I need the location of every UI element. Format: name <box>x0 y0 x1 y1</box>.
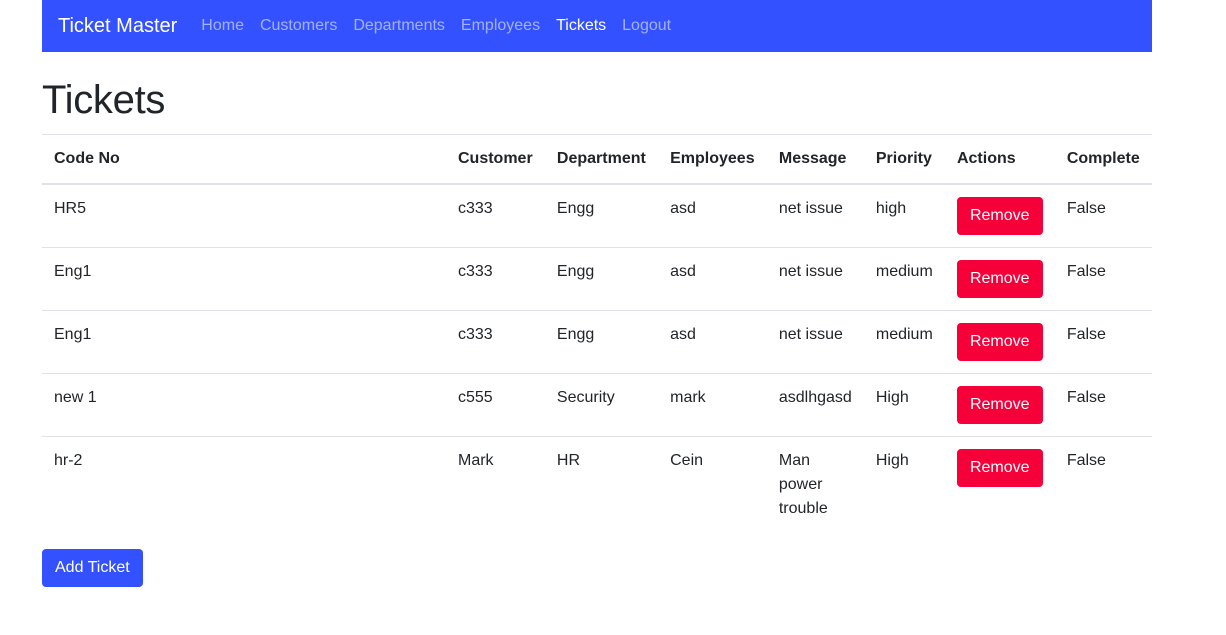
header-department: Department <box>544 134 659 185</box>
cell-code: Eng1 <box>42 247 446 311</box>
navbar-brand[interactable]: Ticket Master <box>58 15 177 38</box>
cell-actions: Remove <box>944 247 1055 311</box>
cell-message: asdlhgasd <box>766 373 864 437</box>
cell-message: net issue <box>766 247 864 311</box>
page-container: Ticket Master Home Customers Departments… <box>42 0 1152 587</box>
table-row: HR5 c333 Engg asd net issue high Remove … <box>42 184 1152 248</box>
cell-priority: High <box>863 436 945 533</box>
header-employees: Employees <box>658 134 767 185</box>
table-header: Code No Customer Department Employees Me… <box>42 134 1152 185</box>
remove-button[interactable]: Remove <box>956 197 1043 235</box>
cell-employees: mark <box>658 373 767 437</box>
nav-link-tickets[interactable]: Tickets <box>556 17 606 35</box>
cell-department: Engg <box>556 200 595 217</box>
cell-priority: High <box>863 373 945 437</box>
cell-customer: c333 <box>446 310 545 374</box>
cell-complete: False <box>1054 373 1152 437</box>
cell-employees: asd <box>670 200 696 217</box>
cell-message: net issue <box>766 310 864 374</box>
page-title: Tickets <box>42 78 166 122</box>
remove-button[interactable]: Remove <box>956 386 1043 424</box>
cell-code: Eng1 <box>42 310 446 374</box>
add-ticket-button[interactable]: Add Ticket <box>42 549 143 587</box>
cell-department: Engg <box>544 310 659 374</box>
cell-employees: asd <box>658 310 767 374</box>
table-row: new 1 c555 Security mark asdlhgasd High … <box>42 373 1152 437</box>
nav-link-departments[interactable]: Departments <box>353 17 445 35</box>
cell-priority: medium <box>863 247 945 311</box>
navbar: Ticket Master Home Customers Departments… <box>42 0 1152 52</box>
table-row: Eng1 c333 Engg asd net issue medium Remo… <box>42 247 1152 311</box>
table-row: Eng1 c333 Engg asd net issue medium Remo… <box>42 310 1152 374</box>
remove-button[interactable]: Remove <box>956 323 1043 361</box>
cell-message: Man power trouble <box>766 436 864 533</box>
nav-link-customers[interactable]: Customers <box>260 17 337 35</box>
cell-employees: Cein <box>658 436 767 533</box>
cell-customer: c333 <box>446 247 545 311</box>
cell-customer: c555 <box>446 373 545 437</box>
header-customer: Customer <box>446 134 545 185</box>
remove-button[interactable]: Remove <box>956 449 1043 487</box>
cell-code: new 1 <box>42 373 446 437</box>
nav-link-home[interactable]: Home <box>201 17 244 35</box>
remove-button[interactable]: Remove <box>956 260 1043 298</box>
cell-actions: Remove <box>944 436 1055 533</box>
header-priority: Priority <box>863 134 945 185</box>
cell-priority: high <box>875 200 907 217</box>
nav-link-logout[interactable]: Logout <box>622 17 671 35</box>
header-code-no: Code No <box>42 134 446 185</box>
header-actions: Actions <box>944 134 1055 185</box>
table-body: HR5 c333 Engg asd net issue high Remove … <box>42 184 1152 533</box>
cell-actions: Remove <box>944 373 1055 437</box>
header-message: Message <box>766 134 864 185</box>
cell-complete: False <box>1054 247 1152 311</box>
cell-department: Security <box>544 373 659 437</box>
cell-actions: Remove <box>944 310 1055 374</box>
cell-customer: Mark <box>446 436 545 533</box>
nav-link-employees[interactable]: Employees <box>461 17 540 35</box>
cell-code: HR5 <box>54 200 87 217</box>
cell-department: Engg <box>544 247 659 311</box>
header-complete: Complete <box>1054 134 1152 185</box>
tickets-table: Code No Customer Department Employees Me… <box>42 134 1152 533</box>
cell-complete: False <box>1066 200 1106 217</box>
cell-complete: False <box>1054 436 1152 533</box>
cell-customer: c333 <box>458 200 493 217</box>
table-header-row: Code No Customer Department Employees Me… <box>42 134 1152 185</box>
table-row: hr-2 Mark HR Cein Man power trouble High… <box>42 436 1152 533</box>
cell-actions: Remove <box>945 184 1055 248</box>
cell-department: HR <box>544 436 659 533</box>
cell-priority: medium <box>863 310 945 374</box>
cell-complete: False <box>1054 310 1152 374</box>
cell-employees: asd <box>658 247 767 311</box>
cell-message: net issue <box>778 200 843 217</box>
cell-code: hr-2 <box>42 436 446 533</box>
